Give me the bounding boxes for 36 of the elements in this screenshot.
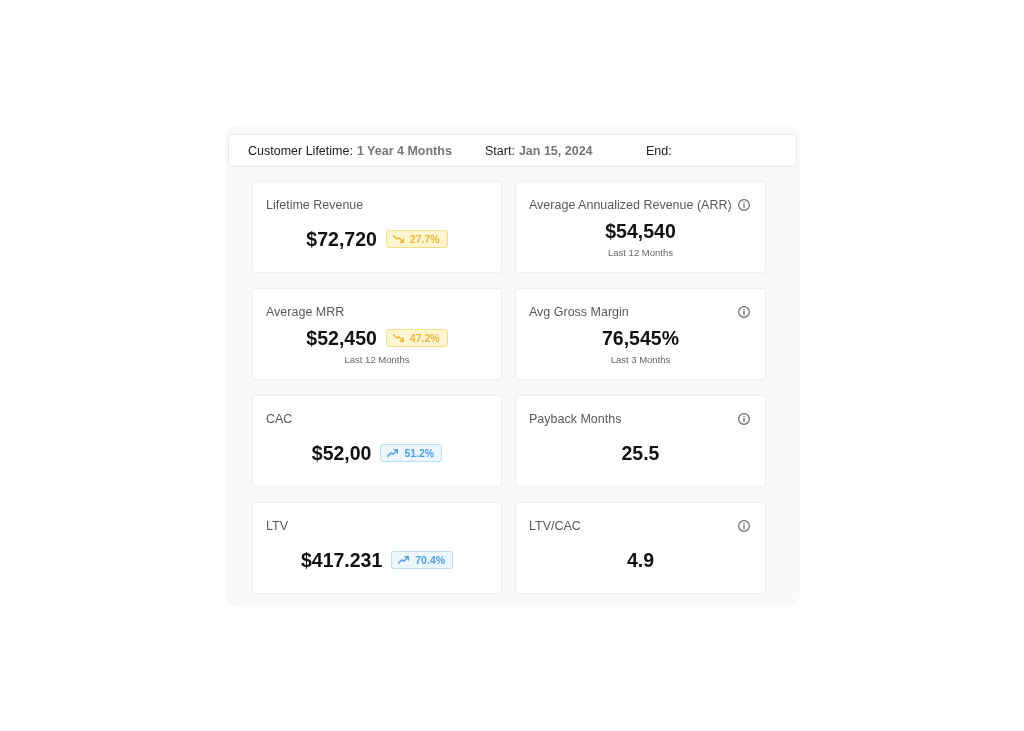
metric-value: $52,450 xyxy=(306,327,377,349)
metric-value: 4.9 xyxy=(626,549,655,571)
percent-change: 70.4% xyxy=(415,554,446,566)
metric-title: LTV/CAC xyxy=(529,519,581,533)
info-icon[interactable] xyxy=(738,413,750,425)
metric-value: $54,540 xyxy=(605,220,676,242)
field-value: 1 Year 4 Months xyxy=(356,143,452,158)
percent-change: 47.2% xyxy=(409,332,440,344)
trend-down-icon xyxy=(392,333,404,343)
field-label: Customer Lifetime: xyxy=(248,143,353,158)
trend-up-icon xyxy=(387,448,399,458)
info-icon[interactable] xyxy=(738,199,750,211)
field-label: End: xyxy=(646,143,672,158)
metric-value: $417.231 xyxy=(300,549,383,571)
period-note: Last 3 Months xyxy=(610,354,671,365)
trend-down-icon xyxy=(392,234,404,244)
metric-value: 25.5 xyxy=(621,442,660,464)
info-icon[interactable] xyxy=(738,520,750,532)
metric-title: LTV xyxy=(266,519,288,533)
metric-title: Average MRR xyxy=(266,305,345,319)
percent-change: 51.2% xyxy=(404,447,435,459)
metric-title: Payback Months xyxy=(529,412,622,426)
period-note: Last 12 Months xyxy=(344,354,410,365)
period-note: Last 12 Months xyxy=(608,247,673,258)
metric-title: Average Annualized Revenue (ARR) xyxy=(529,198,732,212)
field-label: Start: xyxy=(485,143,515,158)
trend-up-icon xyxy=(398,555,410,565)
field-value: Jan 15, 2024 xyxy=(518,143,593,158)
metric-value: $52,00 xyxy=(311,442,372,464)
percent-change: 27.7% xyxy=(409,233,440,245)
metric-title: Lifetime Revenue xyxy=(266,198,364,212)
metric-value: $72,720 xyxy=(306,228,377,250)
metric-title: CAC xyxy=(266,412,293,426)
info-icon[interactable] xyxy=(738,306,750,318)
metric-title: Avg Gross Margin xyxy=(529,305,629,319)
metric-value: 76,545% xyxy=(602,327,679,349)
